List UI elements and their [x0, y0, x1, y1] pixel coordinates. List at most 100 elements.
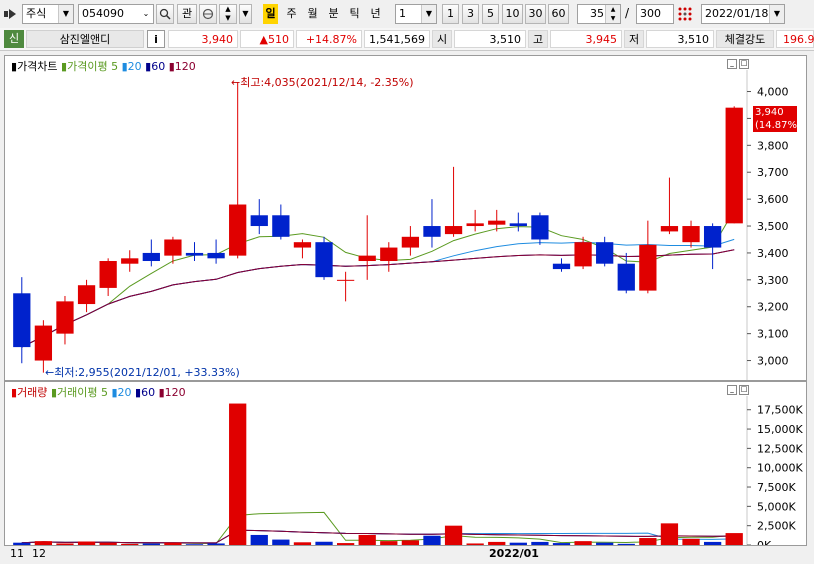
volume-bar	[725, 533, 743, 545]
chevron-down-icon[interactable]: ▼	[421, 5, 436, 23]
strength-label: 체결강도	[716, 30, 774, 48]
price-tick-label: 3,800	[757, 139, 789, 152]
price-tick-label: 3,000	[757, 355, 789, 368]
candle-body	[444, 226, 463, 235]
volume-tick-label: 7,500K	[757, 481, 796, 494]
volume-bar	[185, 544, 204, 545]
market-type-select[interactable]: 주식 ▼	[22, 4, 74, 24]
info-icon[interactable]: i	[147, 30, 165, 48]
candle-body	[336, 279, 355, 281]
volume-tick-label: 15,000K	[757, 423, 803, 436]
volume-tick-label: 5,000K	[757, 500, 796, 513]
volume-bar	[488, 541, 506, 545]
interval-minute[interactable]: 분	[326, 4, 341, 24]
candle-body	[596, 242, 614, 264]
volume-bar	[444, 525, 463, 545]
chevron-down-icon[interactable]: ▼	[58, 5, 73, 23]
price-tick-label: 3,400	[757, 247, 789, 260]
candle-body	[660, 226, 679, 232]
candle-body	[531, 215, 549, 240]
period-value: 1	[399, 7, 406, 20]
stepper-button[interactable]: ▲ ▼	[219, 4, 237, 24]
quick-period-30[interactable]: 30	[525, 4, 546, 24]
candle-body	[552, 263, 571, 270]
candle-body	[466, 223, 484, 227]
quick-period-60[interactable]: 60	[548, 4, 569, 24]
volume-bar	[164, 542, 182, 545]
watchlist-button[interactable]: 관	[177, 4, 197, 24]
date-value: 2022/01/18	[705, 7, 769, 20]
candle-body	[13, 293, 31, 348]
candle-body	[617, 263, 635, 291]
price-tick-label: 3,300	[757, 274, 789, 287]
low-label: 저	[624, 30, 644, 48]
trade-volume: 1,541,569	[364, 30, 430, 48]
linked-button[interactable]	[199, 4, 217, 24]
count-separator: /	[625, 6, 630, 20]
zoom-icon[interactable]	[677, 6, 693, 22]
interval-tick[interactable]: 틱	[347, 4, 362, 24]
candle-body	[77, 285, 96, 305]
quick-period-10[interactable]: 10	[502, 4, 523, 24]
volume-chart: 17,500K 15,000K 12,500K 10,000K 7,500K 5,000K…	[13, 396, 803, 545]
display-count-input[interactable]: 35 ▲ ▼	[577, 4, 621, 24]
volume-tick-label: 0K	[757, 539, 772, 545]
change-percent: +14.87%	[296, 30, 362, 48]
candle-body	[229, 204, 247, 256]
chevron-down-icon[interactable]: ▼	[769, 5, 784, 23]
candle-body	[293, 242, 312, 248]
candle-body	[121, 258, 139, 264]
open-price: 3,510	[454, 30, 526, 48]
x-label-12: 12	[32, 547, 46, 560]
x-label-11: 11	[10, 547, 24, 560]
candle-body	[272, 215, 290, 237]
candle-body	[380, 247, 398, 262]
quick-period-3[interactable]: 3	[462, 4, 479, 24]
volume-bar	[617, 543, 635, 545]
quick-period-1[interactable]: 1	[442, 4, 459, 24]
volume-tick-label: 12,500K	[757, 442, 803, 455]
candle-body	[574, 242, 592, 267]
interval-week[interactable]: 주	[284, 4, 299, 24]
total-count-input[interactable]: 300	[636, 4, 674, 24]
price-tick-label: 4,000	[757, 86, 789, 99]
candle-body	[682, 226, 700, 243]
candle-body	[142, 252, 160, 262]
volume-bar	[466, 543, 484, 545]
candle-body	[488, 220, 506, 225]
volume-bar	[250, 534, 268, 545]
spin-icon[interactable]: ▲ ▼	[605, 5, 620, 23]
volume-tick-label: 10,000K	[757, 462, 803, 475]
volume-bar	[34, 541, 53, 545]
interval-month[interactable]: 월	[305, 4, 320, 24]
low-price: 3,510	[646, 30, 714, 48]
interval-day[interactable]: 일	[263, 4, 278, 24]
volume-bar	[574, 541, 592, 545]
stock-code-value: 054090	[82, 7, 124, 20]
period-select[interactable]: 1 ▼	[395, 4, 437, 24]
more-button[interactable]: ▼	[239, 4, 252, 24]
candle-body	[639, 244, 657, 291]
interval-year[interactable]: 년	[368, 4, 383, 24]
search-button[interactable]	[156, 4, 174, 24]
vma-120-line	[21, 529, 735, 544]
candle-body	[315, 242, 333, 278]
high-price: 3,945	[550, 30, 622, 48]
date-select[interactable]: 2022/01/18 ▼	[701, 4, 785, 24]
chevron-down-icon[interactable]: ⌄	[139, 5, 153, 23]
candle-body	[250, 215, 268, 227]
price-tick-label: 3,600	[757, 193, 789, 206]
trade-strength: 196.9	[776, 30, 814, 48]
candle-body	[509, 223, 527, 227]
volume-panel: ▮거래량 ▮거래이평 5 ▮20 ▮60 ▮120 _ □ 17,500K 15,…	[4, 381, 807, 546]
volume-bar	[77, 541, 96, 545]
stock-code-input[interactable]: 054090 ⌄	[78, 4, 154, 24]
arrow-menu-icon[interactable]	[4, 8, 18, 20]
new-badge: 신	[4, 30, 24, 48]
candle-body	[34, 325, 53, 361]
candle-body	[99, 261, 117, 288]
candle-body	[703, 226, 722, 248]
volume-bar	[99, 542, 117, 545]
volume-bar	[682, 538, 700, 545]
quick-period-5[interactable]: 5	[482, 4, 499, 24]
